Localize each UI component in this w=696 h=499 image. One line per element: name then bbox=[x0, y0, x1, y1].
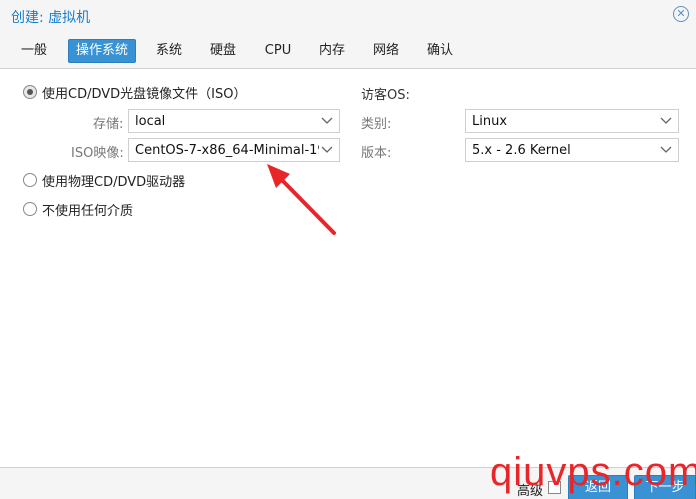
create-vm-dialog: 创建: 虚拟机 ✕ 一般 操作系统 系统 硬盘 CPU 内存 网络 确认 使用C… bbox=[0, 0, 696, 499]
no-media-label[interactable]: 不使用任何介质 bbox=[42, 200, 133, 219]
os-version-select[interactable]: 5.x - 2.6 Kernel bbox=[465, 138, 679, 162]
iso-image-label: ISO映像: bbox=[71, 146, 124, 161]
tab-cpu[interactable]: CPU bbox=[261, 39, 295, 63]
tab-memory[interactable]: 内存 bbox=[316, 39, 348, 63]
physical-drive-radio[interactable] bbox=[23, 173, 37, 187]
os-version-label: 版本: bbox=[361, 146, 392, 161]
wizard-tabs: 一般 操作系统 系统 硬盘 CPU 内存 网络 确认 bbox=[0, 37, 696, 65]
no-media-radio[interactable] bbox=[23, 202, 37, 216]
tab-general[interactable]: 一般 bbox=[18, 39, 50, 63]
close-icon[interactable]: ✕ bbox=[673, 6, 689, 22]
tab-harddisk[interactable]: 硬盘 bbox=[207, 39, 239, 63]
storage-select[interactable]: local bbox=[128, 109, 340, 133]
dialog-titlebar: 创建: 虚拟机 ✕ bbox=[0, 0, 696, 33]
tab-network[interactable]: 网络 bbox=[370, 39, 402, 63]
iso-image-select[interactable]: CentOS-7-x86_64-Minimal-190 bbox=[128, 138, 340, 162]
chevron-down-icon bbox=[660, 146, 672, 153]
os-version-value: 5.x - 2.6 Kernel bbox=[472, 143, 571, 158]
storage-value: local bbox=[135, 114, 166, 129]
physical-drive-label[interactable]: 使用物理CD/DVD驱动器 bbox=[42, 171, 185, 190]
tab-os[interactable]: 操作系统 bbox=[68, 39, 136, 63]
annotation-arrow-icon bbox=[267, 164, 336, 235]
chevron-down-icon bbox=[660, 117, 672, 124]
tab-confirm[interactable]: 确认 bbox=[424, 39, 456, 63]
site-watermark: qiuvps.com bbox=[490, 450, 696, 494]
os-panel: 使用CD/DVD光盘镜像文件（ISO） 存储: local ISO映像: Cen… bbox=[0, 68, 696, 468]
dialog-title: 创建: 虚拟机 bbox=[11, 10, 91, 26]
tab-system[interactable]: 系统 bbox=[153, 39, 185, 63]
os-type-select[interactable]: Linux bbox=[465, 109, 679, 133]
os-type-value: Linux bbox=[472, 114, 508, 129]
iso-image-value: CentOS-7-x86_64-Minimal-190 bbox=[135, 143, 319, 158]
storage-label: 存储: bbox=[93, 117, 124, 132]
iso-radio-label[interactable]: 使用CD/DVD光盘镜像文件（ISO） bbox=[42, 83, 246, 102]
chevron-down-icon bbox=[321, 146, 333, 153]
chevron-down-icon bbox=[321, 117, 333, 124]
iso-radio[interactable] bbox=[23, 85, 37, 99]
guest-os-heading: 访客OS: bbox=[361, 88, 410, 103]
os-type-label: 类别: bbox=[361, 117, 392, 132]
